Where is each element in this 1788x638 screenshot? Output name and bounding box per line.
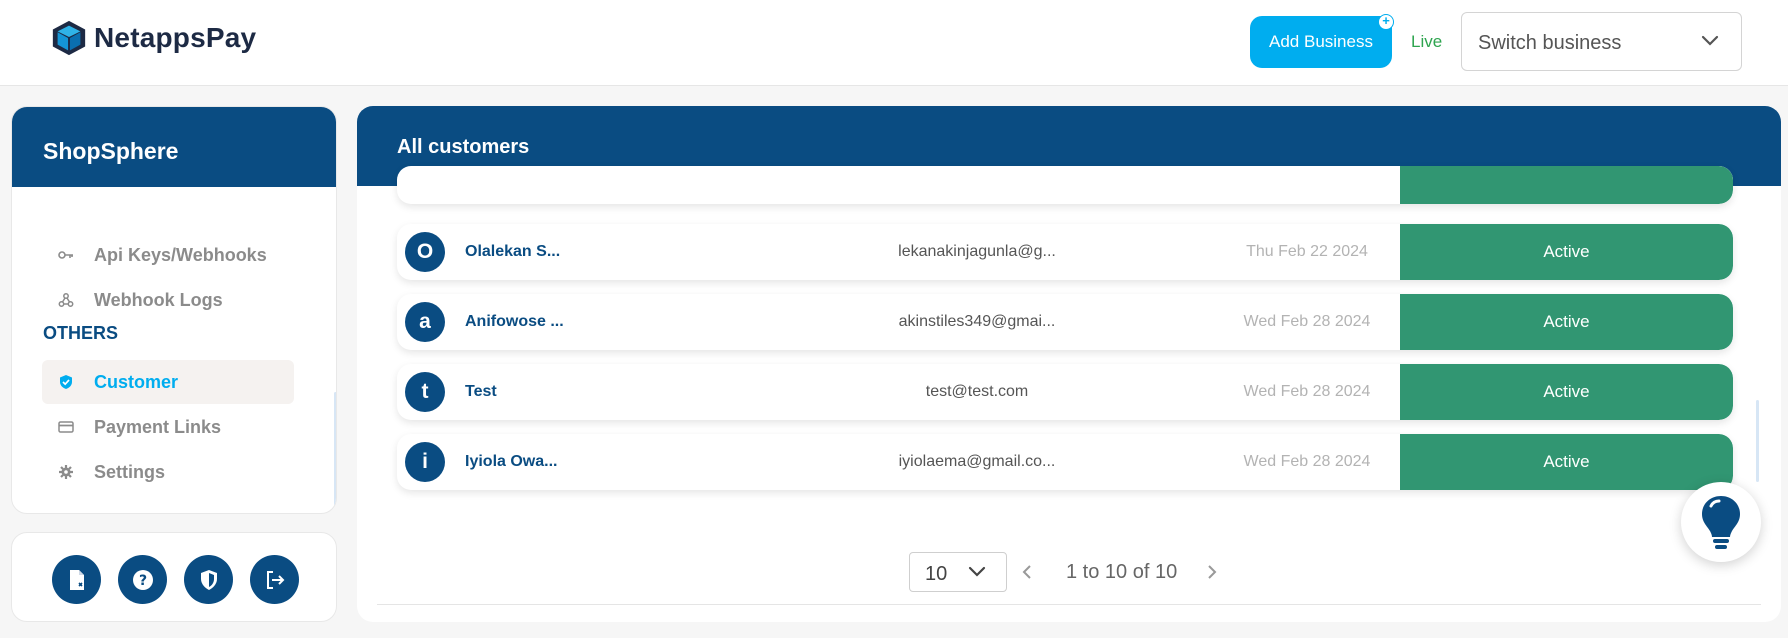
customer-email: iyiolaema@gmail.co... — [898, 453, 1056, 470]
customer-name: Anifowose ... — [465, 313, 564, 330]
sidebar-item-payment-links[interactable]: Payment Links — [42, 405, 294, 449]
divider — [377, 604, 1761, 605]
brand-logo[interactable]: NetappsPay — [50, 18, 256, 58]
sidebar-scrollbar[interactable] — [334, 392, 336, 507]
chevron-left-icon[interactable] — [1022, 564, 1032, 580]
avatar: a — [405, 302, 445, 342]
status-badge: Active — [1400, 224, 1733, 280]
add-business-button[interactable]: Add Business + — [1250, 14, 1394, 68]
environment-label: Live — [1411, 32, 1443, 51]
status-badge: Active — [1400, 364, 1733, 420]
customer-name: Test — [465, 383, 497, 400]
chevron-down-icon — [968, 566, 986, 577]
svg-text:?: ? — [138, 573, 146, 589]
sidebar-item-settings[interactable]: Settings — [42, 450, 294, 494]
card-icon — [58, 419, 74, 435]
table-row[interactable]: O Olalekan S... lekanakinjagunla@g... Th… — [397, 224, 1733, 280]
webhook-icon — [58, 292, 74, 308]
sidebar: ShopSphere Api Keys/Webhooks Webhook Log… — [11, 106, 337, 514]
table-row[interactable]: a Anifowose ... akinstiles349@gmai... We… — [397, 294, 1733, 350]
help-icon[interactable]: ? — [118, 555, 167, 604]
customer-email: lekanakinjagunla@g... — [898, 243, 1056, 260]
security-icon[interactable] — [184, 555, 233, 604]
pagination-range: 1 to 10 of 10 — [1066, 561, 1178, 583]
status-badge: Active — [1400, 434, 1733, 490]
avatar: O — [405, 232, 445, 272]
sidebar-item-label: Settings — [94, 461, 166, 482]
sidebar-business-name: ShopSphere — [12, 107, 336, 187]
customer-email: akinstiles349@gmai... — [898, 313, 1056, 330]
logout-icon[interactable] — [250, 555, 299, 604]
switch-business-select[interactable]: Switch business — [1461, 12, 1742, 71]
sidebar-item-label: Customer — [94, 371, 179, 392]
logo-icon — [52, 20, 86, 56]
gear-icon — [58, 464, 74, 480]
brand-name: NetappsPay — [94, 22, 257, 53]
sidebar-item-label: Api Keys/Webhooks — [94, 244, 267, 265]
sidebar-item-label: Payment Links — [94, 416, 222, 437]
customers-panel: All customers O Olalekan S... lekanakinj… — [357, 106, 1781, 622]
sidebar-item-api-keys[interactable]: Api Keys/Webhooks — [42, 233, 294, 277]
sidebar-item-customer[interactable]: Customer — [42, 360, 294, 404]
sidebar-actions: ? — [11, 532, 337, 622]
page-size-select[interactable]: 10 — [909, 552, 1007, 592]
switch-business-placeholder: Switch business — [1478, 32, 1622, 54]
document-icon[interactable] — [52, 555, 101, 604]
customer-email: test@test.com — [925, 383, 1029, 400]
chevron-down-icon — [1701, 35, 1719, 46]
status-badge: Active — [1400, 294, 1733, 350]
sidebar-item-webhook-logs[interactable]: Webhook Logs — [42, 278, 294, 322]
lightbulb-icon — [1702, 496, 1740, 549]
customer-name: Iyiola Owa... — [465, 453, 558, 470]
plus-icon: + — [1378, 14, 1394, 30]
table-row-partial — [397, 166, 1733, 216]
table-row[interactable]: i Iyiola Owa... iyiolaema@gmail.co... We… — [397, 434, 1733, 490]
key-icon — [58, 247, 74, 263]
customer-name: Olalekan S... — [465, 243, 561, 260]
avatar: t — [405, 372, 445, 412]
lightbulb-help-button[interactable] — [1681, 482, 1761, 562]
table-row[interactable]: t Test test@test.com Wed Feb 28 2024 Act… — [397, 364, 1733, 420]
chevron-right-icon[interactable] — [1207, 564, 1217, 580]
table-scrollbar[interactable] — [1756, 400, 1759, 482]
avatar: i — [405, 442, 445, 482]
status-badge — [1400, 166, 1733, 204]
shield-check-icon — [58, 374, 74, 390]
sidebar-section-title: OTHERS — [43, 323, 119, 343]
sidebar-item-label: Webhook Logs — [94, 289, 223, 310]
page-size-value: 10 — [925, 563, 948, 585]
add-business-label: Add Business — [1269, 32, 1373, 51]
pagination: 10 1 to 10 of 10 — [357, 552, 1781, 592]
top-bar: NetappsPay Add Business + Live Switch bu… — [0, 0, 1788, 86]
